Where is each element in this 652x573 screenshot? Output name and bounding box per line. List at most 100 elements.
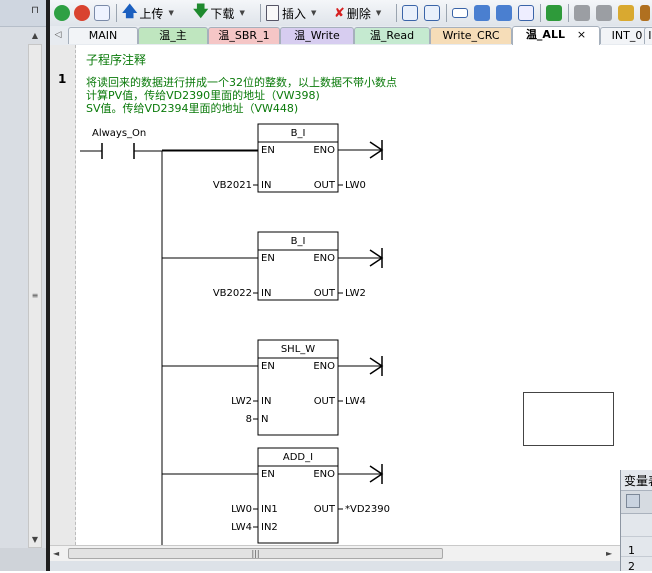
delete-button[interactable]: ✘ 删除 ▼ xyxy=(334,4,381,22)
stop-button[interactable] xyxy=(74,4,90,22)
eno-pin: ENO xyxy=(313,361,335,372)
tab-wen-read[interactable]: 温_Read xyxy=(354,27,430,44)
compile-icon xyxy=(94,5,110,21)
upload-arrow-icon: 🡅 xyxy=(122,1,138,20)
en-pin: EN xyxy=(261,361,275,372)
project-tree-footer xyxy=(0,548,46,571)
variable-table-title: 变量表 xyxy=(624,474,652,488)
input-operand[interactable]: LW0 xyxy=(231,504,252,515)
network-button-2[interactable] xyxy=(424,4,440,22)
en-pin: EN xyxy=(261,145,275,156)
toolbar-separator xyxy=(540,4,541,22)
input-pin: IN xyxy=(261,288,271,299)
input-pin: IN1 xyxy=(261,504,278,515)
compile-button[interactable] xyxy=(94,4,110,22)
more-button[interactable] xyxy=(640,4,650,22)
output-pin: OUT xyxy=(314,396,336,407)
tab-label: IN xyxy=(648,29,652,42)
unlock-button[interactable] xyxy=(596,4,612,22)
output-pin: OUT xyxy=(314,504,336,515)
tab-label: INT_0 xyxy=(611,29,643,42)
scroll-left-icon[interactable]: ◄ xyxy=(53,548,63,560)
row-divider xyxy=(621,556,652,557)
eno-pin: ENO xyxy=(313,253,335,264)
pin-icon[interactable]: ⊓ xyxy=(29,4,41,18)
scrollbar-thumb[interactable]: ||| xyxy=(68,548,443,559)
lock-button[interactable] xyxy=(574,4,590,22)
output-operand[interactable]: LW4 xyxy=(345,396,366,407)
block-title: SHL_W xyxy=(281,344,315,355)
delete-icon: ✘ xyxy=(334,5,345,21)
contact-label: Always_On xyxy=(92,128,146,139)
lock-icon xyxy=(574,5,590,21)
more-icon xyxy=(640,5,650,21)
program-editor[interactable]: 子程序注释 1 将读回来的数据进行拼成一个32位的整数，以上数据不带小数点 计算… xyxy=(50,45,652,545)
tab-wen-sbr-1[interactable]: 温_SBR_1 xyxy=(208,27,280,44)
input-pin: IN xyxy=(261,396,271,407)
chevron-down-icon: ▼ xyxy=(239,9,245,17)
editor-horizontal-scrollbar[interactable]: ◄ ||| ► xyxy=(50,545,620,562)
tab-main[interactable]: MAIN xyxy=(68,27,138,44)
upload-button[interactable]: 🡅 上传 ▼ xyxy=(122,2,174,22)
bookmark-next-button[interactable] xyxy=(496,4,512,22)
input-pin: IN xyxy=(261,180,271,191)
bookmark-prev-button[interactable] xyxy=(474,4,490,22)
comment-box[interactable] xyxy=(523,392,614,446)
input-operand[interactable]: VB2022 xyxy=(213,288,252,299)
tab-label: 温_Write xyxy=(294,29,340,42)
tab-scroll-left-icon[interactable]: ◁ xyxy=(52,28,64,42)
clear-bookmarks-icon xyxy=(518,5,534,21)
scroll-right-icon[interactable]: ► xyxy=(606,548,616,560)
insert-button[interactable]: 插入 ▼ xyxy=(266,4,316,22)
run-icon xyxy=(54,5,70,21)
input-operand[interactable]: 8 xyxy=(246,414,252,425)
tab-label: MAIN xyxy=(88,29,118,42)
input-operand[interactable]: LW4 xyxy=(231,522,252,533)
network-icon xyxy=(402,5,418,21)
en-pin: EN xyxy=(261,469,275,480)
clear-bookmarks-button[interactable] xyxy=(518,4,534,22)
tab-label: Write_CRC xyxy=(442,29,500,42)
go-arrow-icon xyxy=(546,5,562,21)
network-button-1[interactable] xyxy=(402,4,418,22)
go-button[interactable] xyxy=(546,4,562,22)
download-button[interactable]: 🡇 下载 ▼ xyxy=(193,2,245,22)
input-pin: IN2 xyxy=(261,522,278,533)
run-button[interactable] xyxy=(54,4,70,22)
tab-label: 温_Read xyxy=(369,29,415,42)
row-divider xyxy=(621,536,652,537)
tab-in-partial[interactable]: IN xyxy=(644,27,652,44)
variable-row-number[interactable]: 2 xyxy=(628,560,635,573)
close-icon[interactable]: × xyxy=(577,28,586,41)
variable-table-icon[interactable] xyxy=(626,494,640,508)
input-operand[interactable]: VB2021 xyxy=(213,180,252,191)
toolbar-separator xyxy=(396,4,397,22)
editor-tab-bar: ◁ MAIN 温_主 温_SBR_1 温_Write 温_Read Write_… xyxy=(50,26,652,46)
box-button[interactable] xyxy=(452,4,468,22)
output-operand[interactable]: LW2 xyxy=(345,288,366,299)
output-pin: OUT xyxy=(314,288,336,299)
download-arrow-icon: 🡇 xyxy=(193,1,209,20)
scroll-up-icon[interactable]: ▲ xyxy=(29,30,41,42)
output-operand[interactable]: *VD2390 xyxy=(345,504,390,515)
bookmark-prev-icon xyxy=(474,5,490,21)
protect-icon xyxy=(618,5,634,21)
protect-button[interactable] xyxy=(618,4,634,22)
tab-wen-all[interactable]: 温_ALL × xyxy=(512,26,600,45)
tab-wen-main[interactable]: 温_主 xyxy=(138,27,208,44)
block-title: B_I xyxy=(291,128,306,139)
tab-label: 温_主 xyxy=(159,29,187,42)
eno-pin: ENO xyxy=(313,145,335,156)
input-pin: N xyxy=(261,414,268,425)
tab-write-crc[interactable]: Write_CRC xyxy=(430,27,512,44)
scroll-down-icon[interactable]: ▼ xyxy=(29,534,41,546)
chevron-down-icon: ▼ xyxy=(375,9,382,17)
chevron-down-icon: ▼ xyxy=(168,9,174,17)
network-icon xyxy=(424,5,440,21)
input-operand[interactable]: LW2 xyxy=(231,396,252,407)
tab-wen-write[interactable]: 温_Write xyxy=(280,27,354,44)
block-title: ADD_I xyxy=(283,452,313,463)
output-operand[interactable]: LW0 xyxy=(345,180,366,191)
project-tree-scrollbar[interactable]: ≡ xyxy=(28,44,42,548)
insert-label: 插入 xyxy=(282,6,307,21)
